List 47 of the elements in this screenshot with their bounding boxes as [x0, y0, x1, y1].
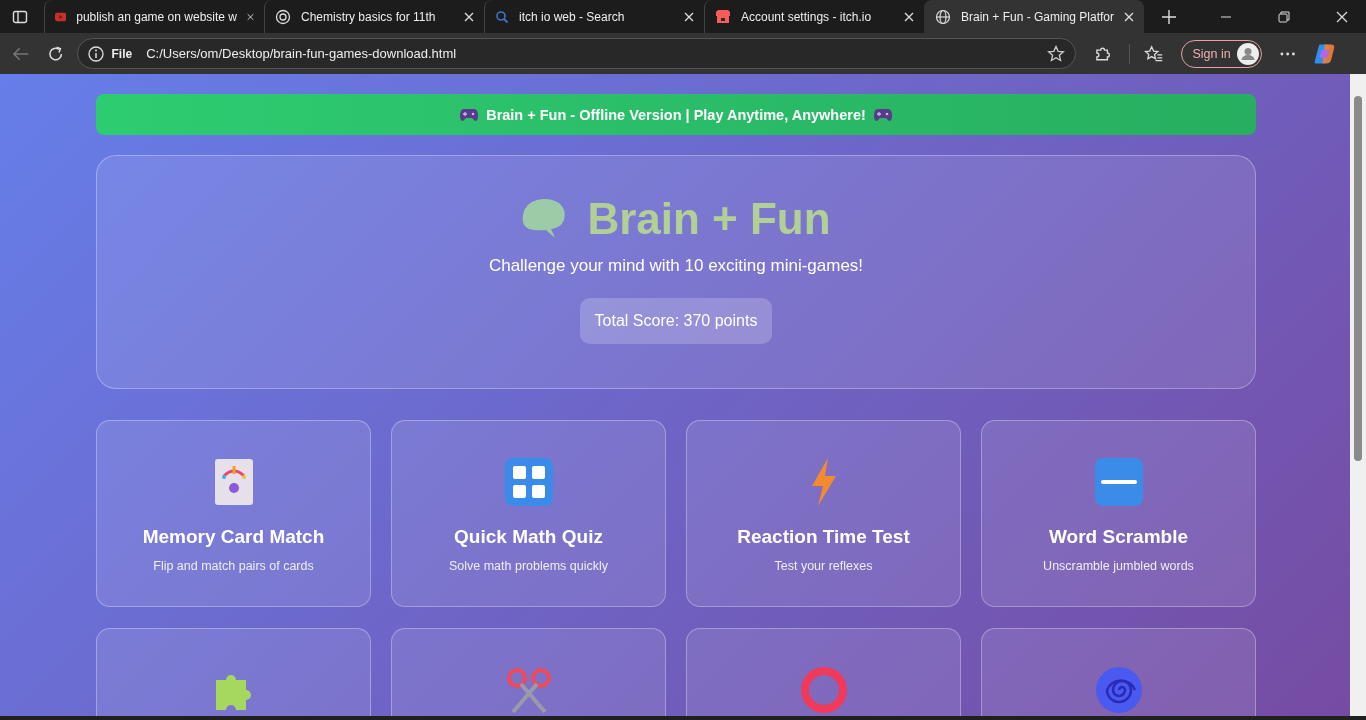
close-icon[interactable]: [684, 11, 694, 22]
new-tab-icon[interactable]: [1162, 9, 1176, 24]
game-description: Solve math problems quickly: [448, 559, 609, 573]
game-card[interactable]: Word Scramble Unscramble jumbled words: [981, 420, 1256, 607]
browser-tab[interactable]: Brain + Fun - Gaming Platfor: [924, 0, 1144, 33]
more-icon[interactable]: [1279, 51, 1295, 56]
avatar-icon: [1236, 42, 1259, 65]
scissors-icon: [504, 666, 553, 714]
ring-icon: [799, 666, 848, 714]
reload-icon[interactable]: [47, 44, 65, 63]
game-card[interactable]: Quick Math Quiz Solve math problems quickly: [391, 420, 666, 607]
game-description: Unscramble jumbled words: [1043, 559, 1194, 573]
game-title: Quick Math Quiz: [454, 526, 603, 548]
close-icon[interactable]: [1336, 10, 1348, 23]
game-description: Test your reflexes: [774, 559, 873, 573]
close-icon[interactable]: [464, 11, 474, 22]
file-label: File: [111, 46, 133, 61]
address-bar[interactable]: File C:/Users/om/Desktop/brain-fun-games-download.html: [76, 38, 1077, 69]
favorites-icon[interactable]: [1144, 44, 1164, 63]
game-description: Flip and match pairs of cards: [153, 559, 314, 573]
game-card[interactable]: Reaction Time Test Test your reflexes: [686, 420, 961, 607]
scrollbar[interactable]: [1350, 74, 1366, 716]
gamepad-icon: [873, 107, 892, 122]
banner-text: Brain + Fun - Offline Version | Play Anytime, Anywhere!: [486, 106, 866, 123]
total-score: Total Score: 370 points: [579, 298, 773, 344]
app-title: Brain + Fun: [587, 194, 831, 244]
close-icon[interactable]: [1124, 11, 1134, 22]
gamepad-icon: [460, 107, 479, 122]
game-title: Memory Card Match: [142, 526, 325, 548]
game-card[interactable]: Memory Card Match Flip and match pairs of cards: [96, 420, 371, 607]
video-icon: [55, 10, 67, 23]
restore-icon[interactable]: [1278, 10, 1290, 23]
info-icon[interactable]: [87, 45, 104, 62]
lightning-icon: [809, 458, 838, 506]
close-icon[interactable]: [904, 11, 914, 22]
url-text: C:/Users/om/Desktop/brain-fun-games-download.html: [146, 46, 457, 61]
search-icon: [495, 9, 509, 24]
back-icon[interactable]: [12, 45, 30, 62]
game-title: Reaction Time Test: [737, 526, 910, 548]
game-title: Word Scramble: [1049, 526, 1188, 548]
subtitle: Challenge your mind with 10 exciting mini-games!: [488, 256, 864, 276]
spiral-icon: [1094, 666, 1143, 714]
close-icon[interactable]: [247, 11, 254, 22]
storefront-icon: [715, 8, 731, 25]
globe-icon: [935, 8, 951, 25]
star-icon[interactable]: [1047, 44, 1066, 63]
sidebar-icon[interactable]: [12, 8, 28, 25]
